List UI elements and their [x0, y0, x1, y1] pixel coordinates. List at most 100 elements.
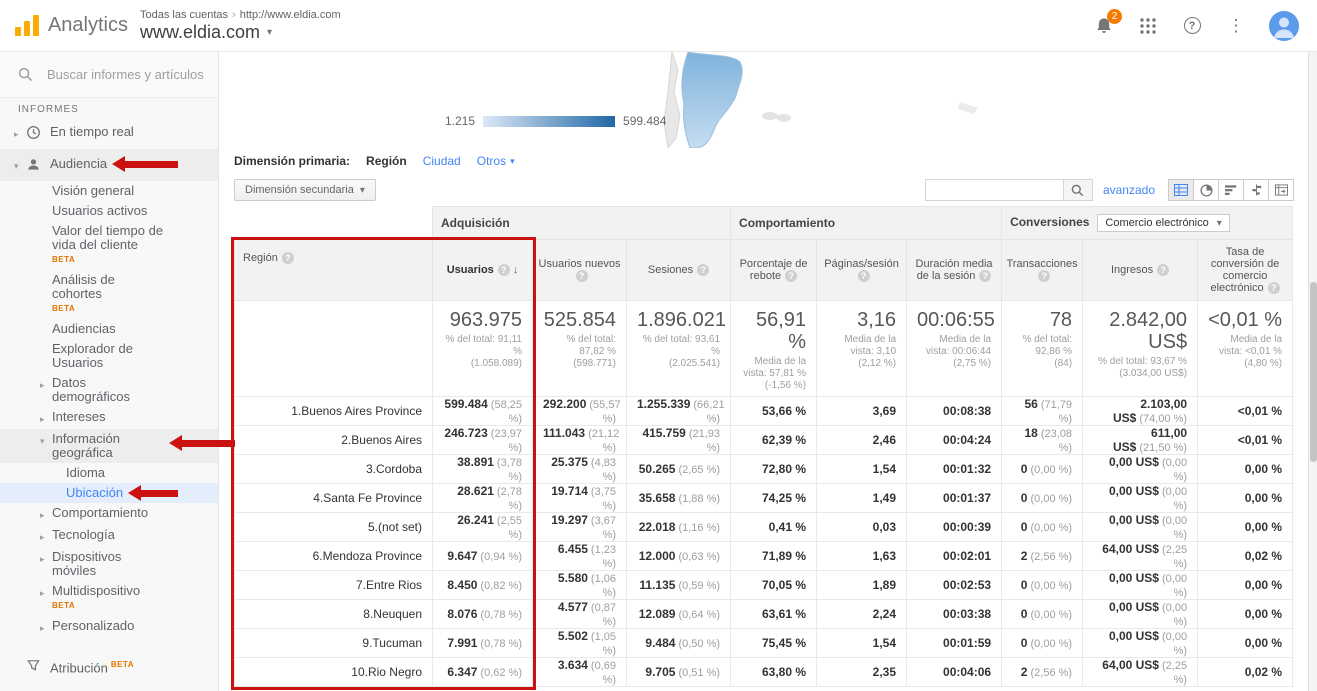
sidebar-item-intereses[interactable]: ▸Intereses: [0, 407, 218, 429]
dimension-region[interactable]: Región: [366, 154, 407, 168]
sidebar-item-label: Idioma: [66, 466, 105, 480]
help-icon[interactable]: ?: [1268, 282, 1280, 294]
table-row[interactable]: 6.Mendoza Province9.647(0,94 %)6.455(1,2…: [235, 542, 1293, 571]
sidebar-item-comportamiento[interactable]: ▸Comportamiento: [0, 503, 218, 525]
column-header-transacciones[interactable]: Transacciones?: [1002, 240, 1083, 301]
breadcrumb-accounts[interactable]: Todas las cuentas: [140, 9, 228, 21]
scrollbar[interactable]: [1308, 52, 1317, 691]
breadcrumb[interactable]: Todas las cuentas›http://www.eldia.com: [140, 9, 341, 21]
table-row[interactable]: 4.Santa Fe Province28.621(2,78 %)19.714(…: [235, 484, 1293, 513]
secondary-dimension-button[interactable]: Dimensión secundaria ▾: [234, 179, 376, 201]
sidebar-item-audiencias[interactable]: Audiencias: [0, 319, 218, 339]
help-icon[interactable]: ?: [282, 252, 294, 264]
metric-cell-paginas-sesion: 1,89: [817, 571, 907, 600]
table-row[interactable]: 7.Entre Rios8.450(0,82 %)5.580(1,06 %)11…: [235, 571, 1293, 600]
metric-cell-transacciones: 0(0,00 %): [1002, 455, 1083, 484]
column-header-region[interactable]: Región?: [235, 240, 433, 301]
sort-desc-icon[interactable]: ↓: [513, 264, 519, 276]
breadcrumb-property[interactable]: http://www.eldia.com: [240, 9, 341, 21]
sidebar-item-personalizado[interactable]: ▸Personalizado: [0, 616, 218, 638]
dimension-ciudad[interactable]: Ciudad: [423, 154, 461, 168]
sidebar-search[interactable]: [0, 52, 218, 98]
column-header-paginas-sesion[interactable]: Páginas/sesión?: [817, 240, 907, 301]
sidebar-item-tecnologia[interactable]: ▸Tecnología: [0, 525, 218, 547]
help-icon[interactable]: ?: [1038, 270, 1050, 282]
help-icon[interactable]: ?: [785, 270, 797, 282]
geo-map-region[interactable]: 1.215 599.484: [220, 52, 1308, 148]
sidebar-item-datos-demograficos[interactable]: ▸Datos demográficos: [0, 373, 218, 407]
column-header-porcentaje-de-rebote[interactable]: Porcentaje de rebote?: [731, 240, 817, 301]
help-icon[interactable]: ?: [697, 264, 709, 276]
table-row[interactable]: 2.Buenos Aires246.723(23,97 %)111.043(21…: [235, 426, 1293, 455]
sidebar-item-idioma[interactable]: Idioma: [0, 463, 218, 483]
analytics-logo[interactable]: Analytics: [0, 14, 128, 38]
column-header-tasa-de-conversion-de-comercio-electronico[interactable]: Tasa de conversión de comercio electróni…: [1198, 240, 1293, 301]
sidebar-item-descubrir[interactable]: Descubrir: [0, 683, 218, 691]
scrollbar-thumb[interactable]: [1310, 282, 1317, 462]
table-row[interactable]: 5.(not set)26.241(2,55 %)19.297(3,67 %)2…: [235, 513, 1293, 542]
sidebar-item-explorador-de-usuarios[interactable]: Explorador de Usuarios: [0, 339, 218, 373]
notifications-bell-icon[interactable]: 2: [1093, 15, 1115, 37]
sidebar-item-audiencia[interactable]: ▾Audiencia: [0, 149, 218, 181]
account-selector[interactable]: www.eldia.com ▾: [140, 22, 341, 43]
sidebar-item-usuarios-activos[interactable]: Usuarios activos: [0, 201, 218, 221]
performance-view-button[interactable]: [1218, 179, 1244, 201]
table-search-button[interactable]: [1063, 179, 1093, 201]
column-header-duracion-media-de-la-sesion[interactable]: Duración media de la sesión?: [907, 240, 1002, 301]
summary-tasa-de-conversion-de-comercio-electronico: <0,01 %Media de la vista: <0,01 %(4,80 %…: [1198, 301, 1293, 397]
sidebar-item-atribucion[interactable]: AtribuciónBETA: [0, 650, 218, 683]
table-row[interactable]: 8.Neuquen8.076(0,78 %)4.577(0,87 %)12.08…: [235, 600, 1293, 629]
sidebar-item-en-tiempo-real[interactable]: ▸En tiempo real: [0, 117, 218, 149]
caret-spacer: [40, 322, 52, 324]
group-header-row: AdquisiciónComportamientoConversionesCom…: [235, 207, 1293, 240]
notification-badge: 2: [1107, 9, 1122, 24]
dimension-otros[interactable]: Otros▾: [477, 154, 515, 168]
table-toolbar: Dimensión secundaria ▾ avanzado: [220, 174, 1308, 206]
table-row[interactable]: 1.Buenos Aires Province599.484(58,25 %)2…: [235, 397, 1293, 426]
search-input[interactable]: [45, 66, 207, 83]
table-view-button[interactable]: [1168, 179, 1194, 201]
metric-cell-sesiones: 11.135(0,59 %): [627, 571, 731, 600]
avatar[interactable]: [1269, 11, 1299, 41]
sidebar-item-multidispositivo[interactable]: ▸MultidispositivoBETA: [0, 581, 218, 616]
help-icon: ?: [1184, 17, 1201, 34]
comparison-view-button[interactable]: [1243, 179, 1269, 201]
help-icon[interactable]: ?: [979, 270, 991, 282]
help-icon[interactable]: ?: [498, 264, 510, 276]
apps-grid-icon[interactable]: [1137, 15, 1159, 37]
ecommerce-type-select[interactable]: Comercio electrónico▾: [1097, 214, 1229, 232]
help-icon[interactable]: ?: [1157, 264, 1169, 276]
advanced-link[interactable]: avanzado: [1103, 183, 1155, 197]
clock-icon: [26, 125, 50, 140]
pivot-view-button[interactable]: [1268, 179, 1294, 201]
metric-cell-usuarios-nuevos: 111.043(21,12 %): [533, 426, 627, 455]
metric-cell-paginas-sesion: 0,03: [817, 513, 907, 542]
sidebar-item-vision-general[interactable]: Visión general: [0, 181, 218, 201]
column-header-ingresos[interactable]: Ingresos?: [1083, 240, 1198, 301]
metric-cell-duracion-media-de-la-sesion: 00:00:39: [907, 513, 1002, 542]
percentage-view-button[interactable]: [1193, 179, 1219, 201]
table-row[interactable]: 10.Rio Negro6.347(0,62 %)3.634(0,69 %)9.…: [235, 658, 1293, 687]
table-row[interactable]: 9.Tucuman7.991(0,78 %)5.502(1,05 %)9.484…: [235, 629, 1293, 658]
help-button[interactable]: ?: [1181, 15, 1203, 37]
help-icon[interactable]: ?: [576, 270, 588, 282]
more-options-button[interactable]: ⋮: [1225, 15, 1247, 37]
table-search-input[interactable]: [925, 179, 1063, 201]
chevron-down-icon: ▾: [40, 432, 52, 448]
column-header-usuarios[interactable]: Usuarios?↓: [433, 240, 533, 301]
help-icon[interactable]: ?: [858, 270, 870, 282]
summary-duracion-media-de-la-sesion: 00:06:55Media de la vista: 00:06:44(2,75…: [907, 301, 1002, 397]
sidebar-item-analisis-de-cohortes[interactable]: Análisis de cohortesBETA: [0, 270, 218, 319]
sidebar-item-informacion-geografica[interactable]: ▾Información geográfica: [0, 429, 218, 463]
metric-cell-transacciones: 18(23,08 %): [1002, 426, 1083, 455]
metric-cell-ingresos: 64,00 US$(2,25 %): [1083, 542, 1198, 571]
chevron-right-icon: ▸: [40, 619, 52, 635]
column-header-sesiones[interactable]: Sesiones?: [627, 240, 731, 301]
metric-cell-sesiones: 1.255.339(66,21 %): [627, 397, 731, 426]
table-row[interactable]: 3.Cordoba38.891(3,78 %)25.375(4,83 %)50.…: [235, 455, 1293, 484]
sidebar-item-dispositivos-moviles[interactable]: ▸Dispositivos móviles: [0, 547, 218, 581]
sidebar-item-ubicacion[interactable]: Ubicación: [0, 483, 218, 503]
sidebar-item-valor-del-tiempo-de-vida-del-cliente[interactable]: Valor del tiempo de vida del clienteBETA: [0, 221, 218, 270]
column-header-usuarios-nuevos[interactable]: Usuarios nuevos?: [533, 240, 627, 301]
chevron-right-icon: ▸: [14, 125, 26, 141]
